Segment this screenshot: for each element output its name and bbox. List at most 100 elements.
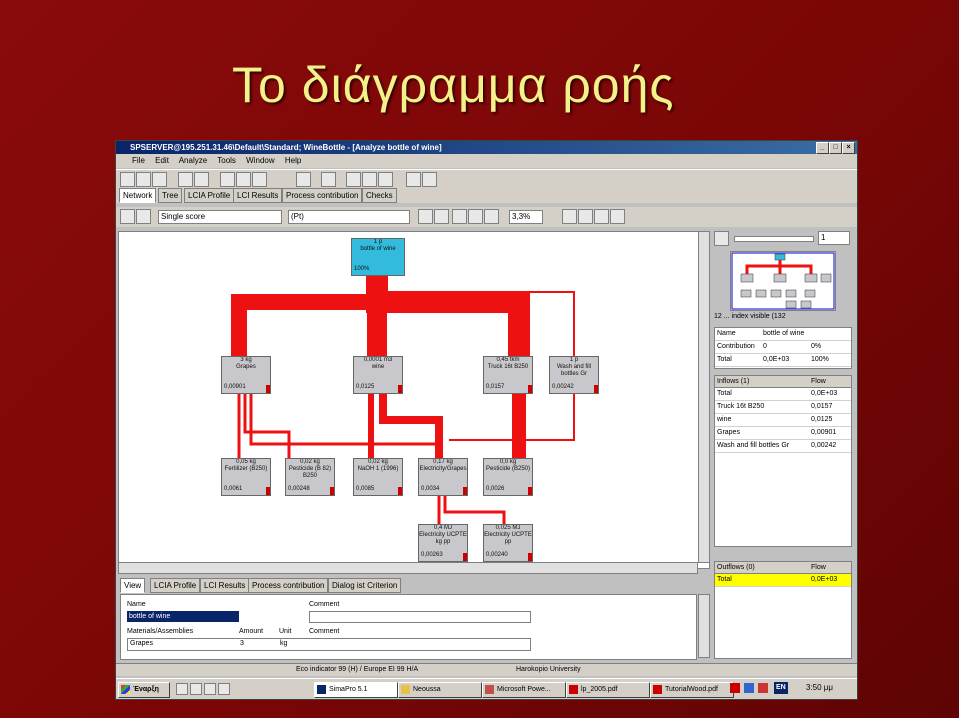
zoom-icon[interactable]	[136, 209, 151, 224]
tab-process-contribution[interactable]: Process contribution	[282, 188, 363, 203]
start-button[interactable]: Έναρξη	[118, 682, 170, 698]
taskbar-item-pdf2[interactable]: TutorialWood.pdf	[650, 682, 734, 698]
name-field[interactable]: bottle of wine	[127, 611, 239, 622]
tab-checks[interactable]: Checks	[362, 188, 397, 203]
fullscreen-icon[interactable]	[562, 209, 577, 224]
material-row[interactable]: Grapes 3 kg	[127, 638, 531, 651]
percent-icon[interactable]	[434, 209, 449, 224]
inflows-title[interactable]: Inflows (1)	[717, 378, 749, 385]
histogram-icon[interactable]	[378, 172, 393, 187]
zoom-fit-icon[interactable]	[714, 231, 729, 246]
process-node[interactable]: 0,17 kg Electricity/Grapes 0,0034	[418, 458, 468, 496]
menu-tools[interactable]: Tools	[217, 156, 236, 165]
network-overview[interactable]	[730, 251, 836, 311]
process-node[interactable]: 0,0 kg Pesticide (B250) 0,0026	[483, 458, 533, 496]
outflow-row[interactable]: Total 0,0E+03	[715, 574, 851, 587]
flow-column-header[interactable]: Flow	[811, 562, 826, 573]
process-node[interactable]: 0,025 MJ Electricity UCPTE pp 0,00240	[483, 524, 533, 562]
tab-process-contribution-detail[interactable]: Process contribution	[248, 578, 329, 593]
process-node[interactable]: 1 p Wash and fill bottles Gr 0,00242	[549, 356, 599, 394]
tab-network[interactable]: Network	[119, 188, 157, 203]
cut-icon[interactable]	[220, 172, 235, 187]
menu-edit[interactable]: Edit	[155, 156, 169, 165]
tab-tree[interactable]: Tree	[158, 188, 183, 203]
table-icon[interactable]	[296, 172, 311, 187]
detail-scrollbar[interactable]	[698, 594, 710, 658]
tab-lcia-profile[interactable]: LCIA Profile	[184, 188, 235, 203]
find-icon[interactable]	[578, 209, 593, 224]
process-node[interactable]: 0,02 kg NaOH 1 (1996) 0,0085	[353, 458, 403, 496]
language-indicator[interactable]: EN	[774, 682, 788, 694]
menu-window[interactable]: Window	[246, 156, 274, 165]
stop-icon[interactable]	[468, 209, 483, 224]
process-node[interactable]: 3 kg Grapes 0,00901	[221, 356, 271, 394]
unit-select[interactable]: (Pt)	[288, 210, 410, 224]
process-node[interactable]: 0,45 tkm Truck 16t B250 0,0157	[483, 356, 533, 394]
cutoff-field[interactable]: 3,3%	[509, 210, 543, 224]
minimize-button[interactable]: _	[816, 142, 829, 154]
menu-file[interactable]: File	[132, 156, 145, 165]
comment-field[interactable]	[309, 611, 531, 623]
inflow-row[interactable]: Total 0,0E+03	[715, 388, 851, 401]
menu-help[interactable]: Help	[285, 156, 301, 165]
root-node[interactable]: 1 p bottle of wine 100%	[351, 238, 405, 276]
print-icon[interactable]	[194, 172, 209, 187]
process-node[interactable]: 0,0001 m3 wine 0,0125	[353, 356, 403, 394]
inflow-row[interactable]: Truck 16t B250 0,0157	[715, 401, 851, 414]
taskbar-item-pdf1[interactable]: lp_2005.pdf	[566, 682, 650, 698]
method-select[interactable]: Single score	[158, 210, 282, 224]
bar-chart-icon[interactable]	[346, 172, 361, 187]
save-icon[interactable]	[178, 172, 193, 187]
back-arrow-icon[interactable]	[594, 209, 609, 224]
zoom-value[interactable]: 1	[818, 231, 850, 245]
taskbar-item-powerpoint[interactable]: Microsoft Powe...	[482, 682, 566, 698]
open-folder-icon[interactable]	[136, 172, 151, 187]
process-node[interactable]: 0,4 MJ Electricity UCPTE kg pp 0,00263	[418, 524, 468, 562]
new-file-icon[interactable]	[120, 172, 135, 187]
ie-icon[interactable]	[176, 683, 188, 695]
inflows-header: Inflows (1) Flow	[715, 376, 851, 388]
copy-icon[interactable]	[236, 172, 251, 187]
paste-icon[interactable]	[252, 172, 267, 187]
vertical-scrollbar[interactable]	[698, 231, 710, 563]
taskbar-item-simapro[interactable]: SimaPro 5.1	[314, 682, 398, 698]
tab-lci-results[interactable]: LCI Results	[233, 188, 283, 203]
tab-view[interactable]: View	[120, 578, 146, 593]
network-canvas[interactable]: 1 p bottle of wine 100% 3 kg Grapes 0,00…	[118, 231, 710, 569]
media-icon[interactable]	[204, 683, 216, 695]
node-value: 0,00901	[224, 384, 246, 390]
compare-icon[interactable]	[406, 172, 421, 187]
inflow-row[interactable]: Wash and fill bottles Gr 0,00242	[715, 440, 851, 453]
windows-taskbar: Έναρξη SimaPro 5.1 Neoussa Microsoft Pow…	[116, 678, 857, 699]
menu-analyze[interactable]: Analyze	[179, 156, 207, 165]
tray-network-icon[interactable]	[744, 683, 754, 693]
close-button[interactable]: ×	[842, 142, 855, 154]
network-icon[interactable]	[321, 172, 336, 187]
browser-icon[interactable]	[218, 683, 230, 695]
tab-dialog-criterion[interactable]: Dialog ist Criterion	[328, 578, 402, 593]
tab-lci-results-detail[interactable]: LCI Results	[200, 578, 250, 593]
tab-lcia-profile-detail[interactable]: LCIA Profile	[150, 578, 201, 593]
tray-security-icon[interactable]	[758, 683, 768, 693]
process-node[interactable]: 0,02 kg Pesticide (B 82) B250 0,00248	[285, 458, 335, 496]
node-amount: 0,025 MJ	[495, 525, 521, 531]
flow-column-header[interactable]: Flow	[811, 376, 826, 387]
horizontal-scrollbar[interactable]	[118, 562, 698, 574]
open-icon[interactable]	[152, 172, 167, 187]
filter-icon[interactable]	[452, 209, 467, 224]
zoom-slider[interactable]	[734, 236, 814, 242]
forward-arrow-icon[interactable]	[610, 209, 625, 224]
options-icon[interactable]	[484, 209, 499, 224]
inflow-row[interactable]: Grapes 0,00901	[715, 427, 851, 440]
sigma-icon[interactable]	[418, 209, 433, 224]
pointer-icon[interactable]	[120, 209, 135, 224]
inflow-row[interactable]: wine 0,0125	[715, 414, 851, 427]
outflows-title[interactable]: Outflows (0)	[717, 564, 755, 571]
window-icon[interactable]	[422, 172, 437, 187]
maximize-button[interactable]: □	[829, 142, 842, 154]
process-node[interactable]: 0,05 kg Fertilizer (B250) 0,0061	[221, 458, 271, 496]
tray-acrobat-icon[interactable]	[730, 683, 740, 693]
desktop-icon[interactable]	[190, 683, 202, 695]
column-chart-icon[interactable]	[362, 172, 377, 187]
taskbar-item-neoussa[interactable]: Neoussa	[398, 682, 482, 698]
